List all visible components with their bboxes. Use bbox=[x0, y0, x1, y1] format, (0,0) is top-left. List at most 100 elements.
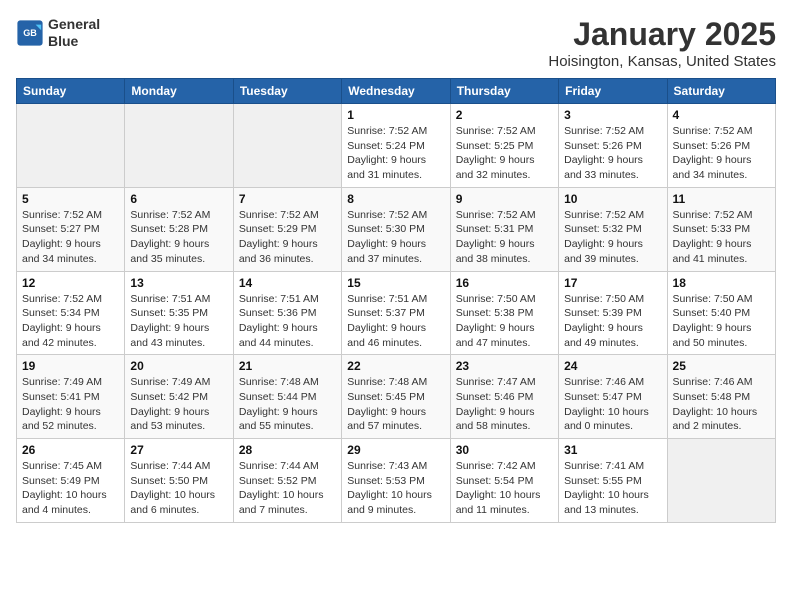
day-info: Sunrise: 7:52 AM Sunset: 5:24 PM Dayligh… bbox=[347, 124, 444, 183]
calendar-cell: 25 Sunrise: 7:46 AM Sunset: 5:48 PM Dayli… bbox=[667, 355, 775, 439]
day-info: Sunrise: 7:51 AM Sunset: 5:36 PM Dayligh… bbox=[239, 292, 336, 351]
calendar-cell: 9 Sunrise: 7:52 AM Sunset: 5:31 PM Daylig… bbox=[450, 187, 558, 271]
weekday-header-row: SundayMondayTuesdayWednesdayThursdayFrid… bbox=[17, 79, 776, 104]
calendar-cell: 28 Sunrise: 7:44 AM Sunset: 5:52 PM Dayli… bbox=[233, 439, 341, 523]
day-info: Sunrise: 7:52 AM Sunset: 5:26 PM Dayligh… bbox=[673, 124, 770, 183]
day-info: Sunrise: 7:52 AM Sunset: 5:29 PM Dayligh… bbox=[239, 208, 336, 267]
day-number: 8 bbox=[347, 192, 444, 206]
calendar-cell bbox=[17, 104, 125, 188]
calendar-subtitle: Hoisington, Kansas, United States bbox=[548, 53, 776, 70]
day-number: 25 bbox=[673, 359, 770, 373]
day-number: 30 bbox=[456, 443, 553, 457]
logo-icon: GB bbox=[16, 19, 44, 47]
calendar-cell: 21Sunrise: 7:48 AM Sunset: 5:44 PM Dayli… bbox=[233, 355, 341, 439]
calendar-cell: 16 Sunrise: 7:50 AM Sunset: 5:38 PM Dayli… bbox=[450, 271, 558, 355]
day-number: 12 bbox=[22, 276, 119, 290]
calendar-week-1: 1 Sunrise: 7:52 AM Sunset: 5:24 PM Daylig… bbox=[17, 104, 776, 188]
day-info: Sunrise: 7:50 AM Sunset: 5:39 PM Dayligh… bbox=[564, 292, 661, 351]
day-info: Sunrise: 7:52 AM Sunset: 5:31 PM Dayligh… bbox=[456, 208, 553, 267]
calendar-cell: 12 Sunrise: 7:52 AM Sunset: 5:34 PM Dayli… bbox=[17, 271, 125, 355]
calendar-cell: 11Sunrise: 7:52 AM Sunset: 5:33 PM Dayli… bbox=[667, 187, 775, 271]
calendar-week-2: 5Sunrise: 7:52 AM Sunset: 5:27 PM Daylig… bbox=[17, 187, 776, 271]
weekday-header-tuesday: Tuesday bbox=[233, 79, 341, 104]
weekday-header-friday: Friday bbox=[559, 79, 667, 104]
calendar-cell: 17 Sunrise: 7:50 AM Sunset: 5:39 PM Dayli… bbox=[559, 271, 667, 355]
day-number: 31 bbox=[564, 443, 661, 457]
day-number: 20 bbox=[130, 359, 227, 373]
logo: GB General Blue bbox=[16, 16, 100, 50]
calendar-body: 1 Sunrise: 7:52 AM Sunset: 5:24 PM Daylig… bbox=[17, 104, 776, 523]
day-info: Sunrise: 7:52 AM Sunset: 5:32 PM Dayligh… bbox=[564, 208, 661, 267]
weekday-header-monday: Monday bbox=[125, 79, 233, 104]
svg-text:GB: GB bbox=[23, 28, 37, 38]
calendar-week-4: 19Sunrise: 7:49 AM Sunset: 5:41 PM Dayli… bbox=[17, 355, 776, 439]
day-number: 27 bbox=[130, 443, 227, 457]
calendar-cell: 13 Sunrise: 7:51 AM Sunset: 5:35 PM Dayli… bbox=[125, 271, 233, 355]
day-info: Sunrise: 7:45 AM Sunset: 5:49 PM Dayligh… bbox=[22, 459, 119, 518]
day-info: Sunrise: 7:52 AM Sunset: 5:28 PM Dayligh… bbox=[130, 208, 227, 267]
day-number: 26 bbox=[22, 443, 119, 457]
calendar-cell: 4 Sunrise: 7:52 AM Sunset: 5:26 PM Daylig… bbox=[667, 104, 775, 188]
calendar-cell: 30 Sunrise: 7:42 AM Sunset: 5:54 PM Dayli… bbox=[450, 439, 558, 523]
day-number: 24 bbox=[564, 359, 661, 373]
calendar-cell: 24 Sunrise: 7:46 AM Sunset: 5:47 PM Dayli… bbox=[559, 355, 667, 439]
day-info: Sunrise: 7:43 AM Sunset: 5:53 PM Dayligh… bbox=[347, 459, 444, 518]
day-info: Sunrise: 7:52 AM Sunset: 5:27 PM Dayligh… bbox=[22, 208, 119, 267]
day-number: 23 bbox=[456, 359, 553, 373]
day-number: 17 bbox=[564, 276, 661, 290]
day-info: Sunrise: 7:48 AM Sunset: 5:45 PM Dayligh… bbox=[347, 375, 444, 434]
calendar-cell: 1 Sunrise: 7:52 AM Sunset: 5:24 PM Daylig… bbox=[342, 104, 450, 188]
calendar-cell: 31Sunrise: 7:41 AM Sunset: 5:55 PM Dayli… bbox=[559, 439, 667, 523]
day-number: 13 bbox=[130, 276, 227, 290]
day-info: Sunrise: 7:52 AM Sunset: 5:30 PM Dayligh… bbox=[347, 208, 444, 267]
calendar-cell: 10Sunrise: 7:52 AM Sunset: 5:32 PM Dayli… bbox=[559, 187, 667, 271]
day-number: 3 bbox=[564, 108, 661, 122]
day-info: Sunrise: 7:51 AM Sunset: 5:35 PM Dayligh… bbox=[130, 292, 227, 351]
calendar-cell: 6 Sunrise: 7:52 AM Sunset: 5:28 PM Daylig… bbox=[125, 187, 233, 271]
calendar-header: SundayMondayTuesdayWednesdayThursdayFrid… bbox=[17, 79, 776, 104]
calendar-cell: 18Sunrise: 7:50 AM Sunset: 5:40 PM Dayli… bbox=[667, 271, 775, 355]
day-info: Sunrise: 7:51 AM Sunset: 5:37 PM Dayligh… bbox=[347, 292, 444, 351]
title-block: January 2025 Hoisington, Kansas, United … bbox=[548, 16, 776, 70]
day-number: 15 bbox=[347, 276, 444, 290]
day-info: Sunrise: 7:46 AM Sunset: 5:47 PM Dayligh… bbox=[564, 375, 661, 434]
calendar-cell: 15 Sunrise: 7:51 AM Sunset: 5:37 PM Dayli… bbox=[342, 271, 450, 355]
day-number: 16 bbox=[456, 276, 553, 290]
day-number: 4 bbox=[673, 108, 770, 122]
day-info: Sunrise: 7:46 AM Sunset: 5:48 PM Dayligh… bbox=[673, 375, 770, 434]
calendar-cell: 26 Sunrise: 7:45 AM Sunset: 5:49 PM Dayli… bbox=[17, 439, 125, 523]
day-number: 28 bbox=[239, 443, 336, 457]
calendar-cell bbox=[667, 439, 775, 523]
day-number: 2 bbox=[456, 108, 553, 122]
day-number: 29 bbox=[347, 443, 444, 457]
weekday-header-sunday: Sunday bbox=[17, 79, 125, 104]
day-info: Sunrise: 7:52 AM Sunset: 5:34 PM Dayligh… bbox=[22, 292, 119, 351]
day-number: 19 bbox=[22, 359, 119, 373]
calendar-title: January 2025 bbox=[548, 16, 776, 53]
day-info: Sunrise: 7:49 AM Sunset: 5:42 PM Dayligh… bbox=[130, 375, 227, 434]
day-info: Sunrise: 7:52 AM Sunset: 5:25 PM Dayligh… bbox=[456, 124, 553, 183]
weekday-header-thursday: Thursday bbox=[450, 79, 558, 104]
weekday-header-saturday: Saturday bbox=[667, 79, 775, 104]
day-number: 9 bbox=[456, 192, 553, 206]
day-number: 6 bbox=[130, 192, 227, 206]
calendar-cell: 2 Sunrise: 7:52 AM Sunset: 5:25 PM Daylig… bbox=[450, 104, 558, 188]
day-info: Sunrise: 7:44 AM Sunset: 5:52 PM Dayligh… bbox=[239, 459, 336, 518]
day-number: 21 bbox=[239, 359, 336, 373]
day-number: 18 bbox=[673, 276, 770, 290]
calendar-week-3: 12 Sunrise: 7:52 AM Sunset: 5:34 PM Dayli… bbox=[17, 271, 776, 355]
calendar-cell bbox=[125, 104, 233, 188]
calendar-cell: 19Sunrise: 7:49 AM Sunset: 5:41 PM Dayli… bbox=[17, 355, 125, 439]
day-number: 14 bbox=[239, 276, 336, 290]
day-info: Sunrise: 7:47 AM Sunset: 5:46 PM Dayligh… bbox=[456, 375, 553, 434]
day-info: Sunrise: 7:52 AM Sunset: 5:33 PM Dayligh… bbox=[673, 208, 770, 267]
calendar-cell: 23 Sunrise: 7:47 AM Sunset: 5:46 PM Dayli… bbox=[450, 355, 558, 439]
day-info: Sunrise: 7:42 AM Sunset: 5:54 PM Dayligh… bbox=[456, 459, 553, 518]
day-number: 1 bbox=[347, 108, 444, 122]
calendar-cell: 5Sunrise: 7:52 AM Sunset: 5:27 PM Daylig… bbox=[17, 187, 125, 271]
calendar-cell: 7Sunrise: 7:52 AM Sunset: 5:29 PM Daylig… bbox=[233, 187, 341, 271]
calendar-cell: 14 Sunrise: 7:51 AM Sunset: 5:36 PM Dayli… bbox=[233, 271, 341, 355]
day-info: Sunrise: 7:50 AM Sunset: 5:38 PM Dayligh… bbox=[456, 292, 553, 351]
calendar-table: SundayMondayTuesdayWednesdayThursdayFrid… bbox=[16, 78, 776, 523]
calendar-cell: 29 Sunrise: 7:43 AM Sunset: 5:53 PM Dayli… bbox=[342, 439, 450, 523]
